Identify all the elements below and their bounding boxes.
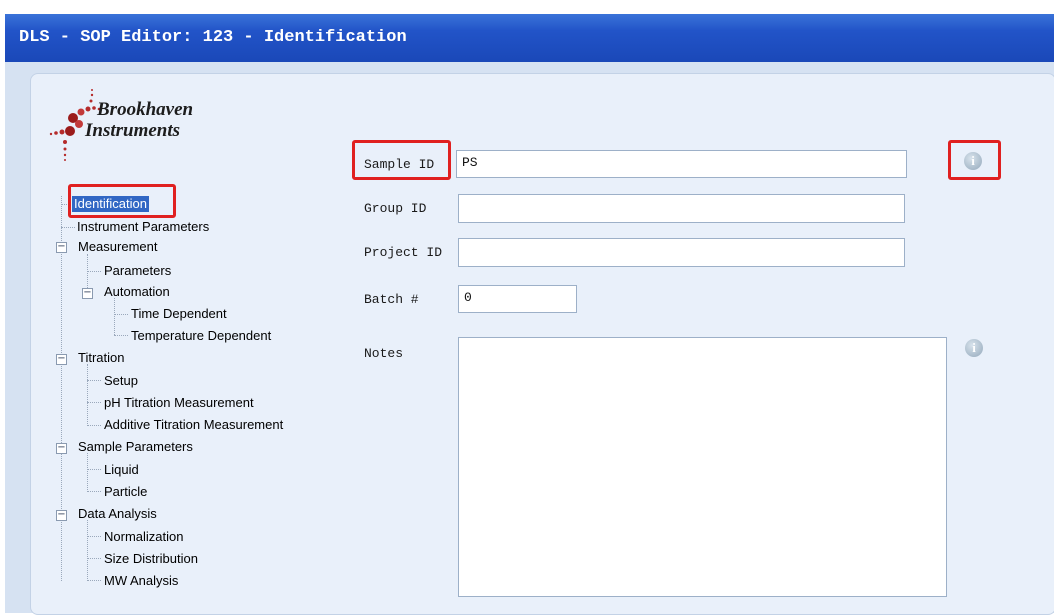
tree-branch — [87, 402, 101, 403]
tree-branch — [114, 298, 115, 335]
tree-branch — [87, 520, 88, 581]
notes-info-icon[interactable]: i — [965, 339, 983, 357]
sample-id-label: Sample ID — [364, 157, 435, 172]
tree-branch — [87, 364, 88, 426]
sample-id-info-icon[interactable]: i — [964, 152, 982, 170]
notes-textarea[interactable] — [458, 337, 947, 597]
data-analysis-collapse-icon[interactable]: − — [56, 510, 67, 521]
tree-branch — [61, 227, 75, 228]
tree-item-particle[interactable]: Particle — [104, 484, 147, 500]
window-title: DLS - SOP Editor: 123 - Identification — [19, 28, 407, 47]
measurement-collapse-icon[interactable]: − — [56, 242, 67, 253]
tree-item-size-distribution[interactable]: Size Distribution — [104, 551, 198, 567]
batch-input[interactable]: 0 — [458, 285, 577, 313]
title-bar[interactable]: DLS - SOP Editor: 123 - Identification — [5, 14, 1054, 62]
tree-item-data-analysis[interactable]: Data Analysis — [78, 506, 157, 522]
batch-label: Batch # — [364, 292, 419, 307]
group-id-input[interactable] — [458, 194, 905, 223]
titration-collapse-icon[interactable]: − — [56, 354, 67, 365]
tree-item-identification[interactable]: Identification — [72, 196, 149, 212]
brookhaven-logo: Brookhaven Instruments — [48, 82, 268, 162]
sample-parameters-collapse-icon[interactable]: − — [56, 443, 67, 454]
automation-collapse-icon[interactable]: − — [82, 288, 93, 299]
group-id-label: Group ID — [364, 201, 427, 216]
tree-branch — [114, 314, 128, 315]
tree-item-automation[interactable]: Automation — [104, 284, 170, 300]
tree-item-instrument-parameters[interactable]: Instrument Parameters — [77, 219, 209, 235]
tree-item-setup[interactable]: Setup — [104, 373, 138, 389]
tree-branch — [87, 558, 101, 559]
tree-branch — [87, 271, 101, 272]
sample-id-input[interactable]: PS — [456, 150, 907, 178]
tree-item-titration[interactable]: Titration — [78, 350, 124, 366]
notes-label: Notes — [364, 346, 404, 361]
logo-line-2: Instruments — [85, 120, 181, 141]
project-id-label: Project ID — [364, 245, 443, 260]
tree-branch — [114, 335, 128, 336]
tree-item-sample-parameters[interactable]: Sample Parameters — [78, 439, 193, 455]
tree-item-measurement[interactable]: Measurement — [78, 239, 157, 255]
window-top-strip — [0, 0, 1054, 14]
tree-item-ph-titration[interactable]: pH Titration Measurement — [104, 395, 254, 411]
tree-branch — [87, 536, 101, 537]
tree-item-parameters[interactable]: Parameters — [104, 263, 171, 279]
tree-branch — [87, 580, 101, 581]
tree-item-time-dependent[interactable]: Time Dependent — [131, 306, 227, 322]
project-id-input[interactable] — [458, 238, 905, 267]
tree-item-mw-analysis[interactable]: MW Analysis — [104, 573, 178, 589]
tree-item-temperature-dependent[interactable]: Temperature Dependent — [131, 328, 271, 344]
tree-branch — [61, 204, 69, 205]
tree-branch — [87, 469, 101, 470]
tree-item-normalization[interactable]: Normalization — [104, 529, 183, 545]
tree-item-additive-titration[interactable]: Additive Titration Measurement — [104, 417, 283, 433]
tree-branch — [87, 380, 101, 381]
tree-branch — [87, 453, 88, 492]
logo-line-1: Brookhaven — [97, 99, 194, 120]
tree-branch — [87, 491, 101, 492]
tree-branch — [87, 425, 101, 426]
tree-item-liquid[interactable]: Liquid — [104, 462, 139, 478]
tree-root-line — [61, 196, 62, 581]
